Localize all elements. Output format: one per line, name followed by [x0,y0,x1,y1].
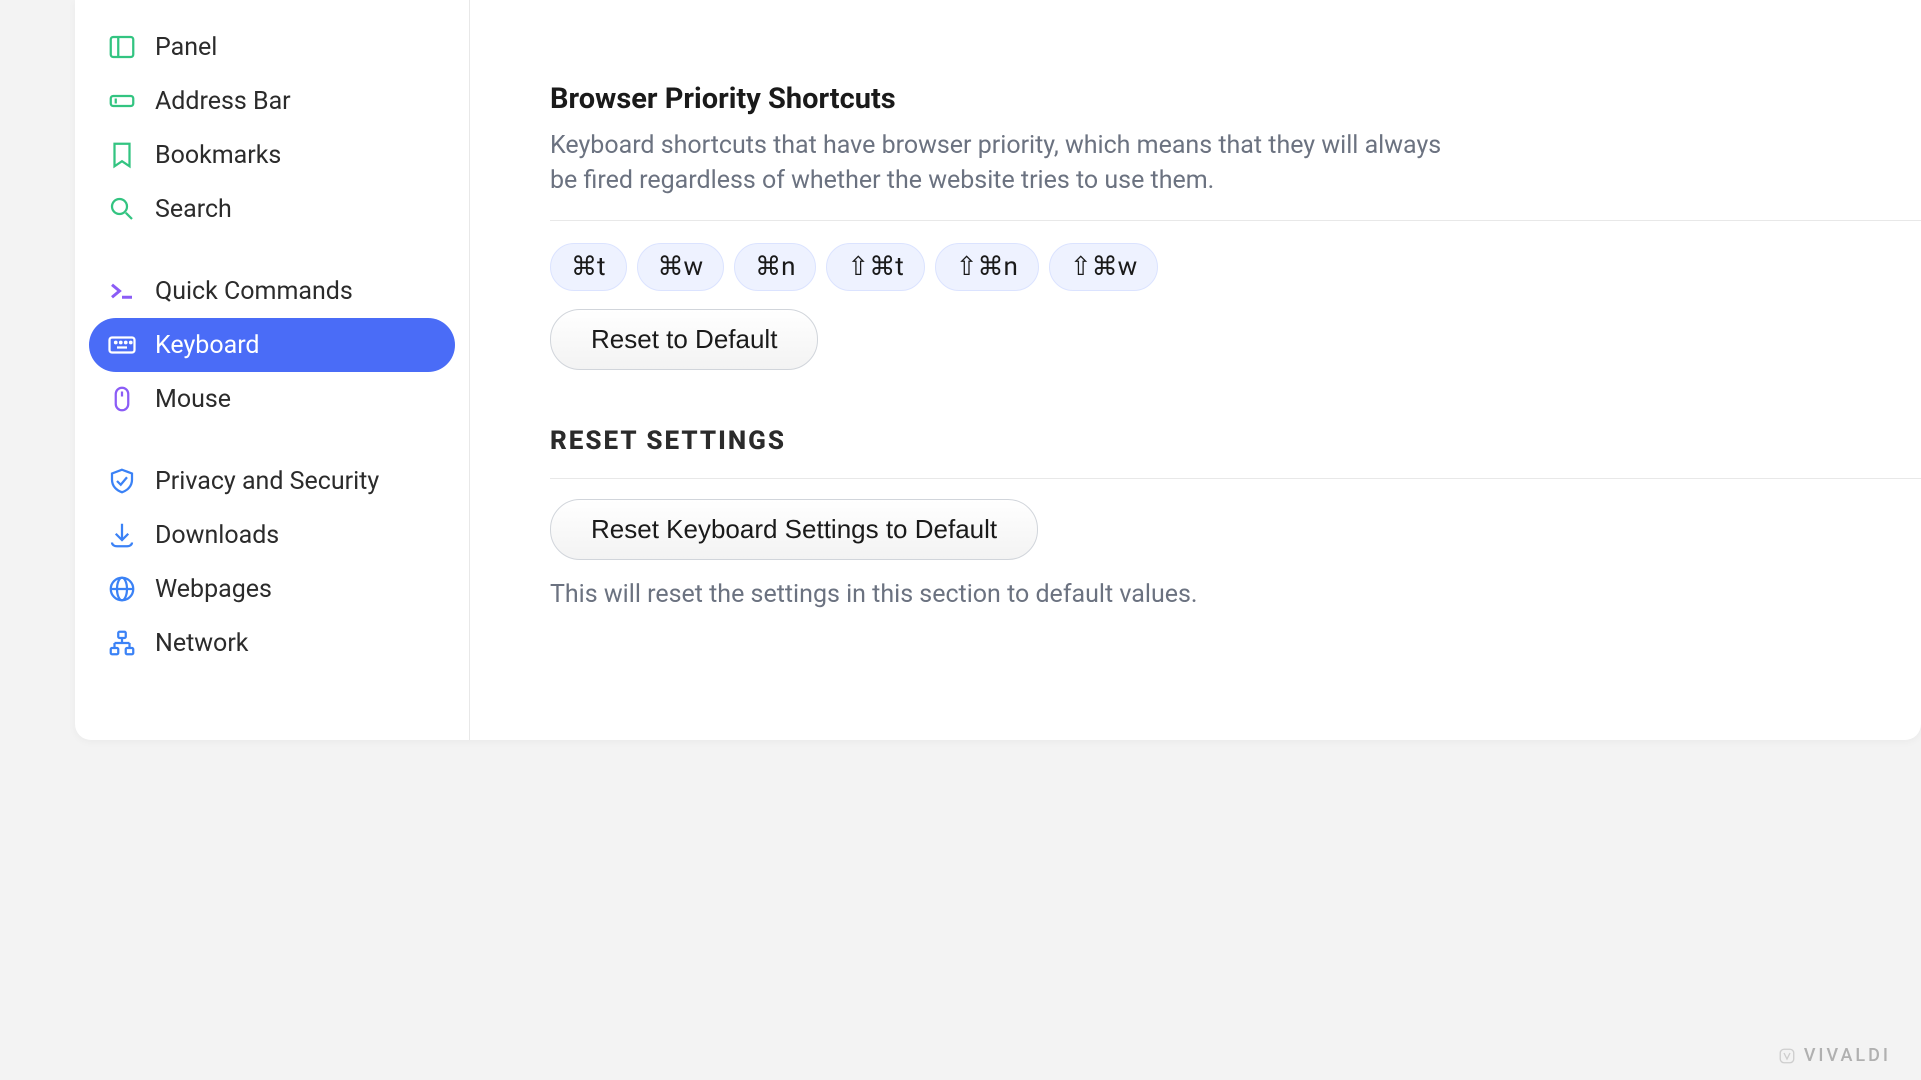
bookmark-icon [107,140,137,170]
keyboard-icon [107,330,137,360]
reset-priority-shortcuts-button[interactable]: Reset to Default [550,309,818,370]
shortcut-chip[interactable]: ⌘w [637,243,725,291]
brand-text: VIVALDI [1804,1045,1891,1066]
settings-panel: Panel Address Bar Bookmarks Search [75,0,1921,740]
network-icon [107,628,137,658]
quick-commands-icon [107,276,137,306]
sidebar-item-label: Quick Commands [155,277,353,306]
vivaldi-logo-icon [1778,1047,1796,1065]
sidebar-item-quick-commands[interactable]: Quick Commands [89,264,455,318]
sidebar-item-label: Address Bar [155,87,291,116]
download-icon [107,520,137,550]
mouse-icon [107,384,137,414]
shortcut-chip[interactable]: ⌘t [550,243,627,291]
sidebar-item-network[interactable]: Network [89,616,455,670]
search-icon [107,194,137,224]
vivaldi-branding: VIVALDI [1778,1045,1891,1066]
shortcut-chip[interactable]: ⌘n [734,243,816,291]
reset-settings-heading: RESET SETTINGS [550,426,1921,479]
sidebar-item-privacy[interactable]: Privacy and Security [89,454,455,508]
sidebar-item-label: Webpages [155,575,272,604]
priority-shortcuts-desc: Keyboard shortcuts that have browser pri… [550,128,1450,198]
panel-icon [107,32,137,62]
sidebar-item-address-bar[interactable]: Address Bar [89,74,455,128]
sidebar-item-bookmarks[interactable]: Bookmarks [89,128,455,182]
sidebar-item-keyboard[interactable]: Keyboard [89,318,455,372]
reset-keyboard-settings-button[interactable]: Reset Keyboard Settings to Default [550,499,1038,560]
shield-icon [107,466,137,496]
priority-shortcuts-title: Browser Priority Shortcuts [550,82,1921,116]
shortcut-chip[interactable]: ⇧⌘n [935,243,1039,291]
sidebar-item-mouse[interactable]: Mouse [89,372,455,426]
sidebar-item-search[interactable]: Search [89,182,455,236]
sidebar-item-panel[interactable]: Panel [89,20,455,74]
sidebar-item-label: Downloads [155,521,279,550]
sidebar-item-label: Keyboard [155,331,260,360]
shortcut-chip[interactable]: ⇧⌘w [1049,243,1158,291]
settings-content: Browser Priority Shortcuts Keyboard shor… [470,0,1921,740]
sidebar-item-label: Search [155,195,232,224]
reset-settings-desc: This will reset the settings in this sec… [550,580,1921,609]
shortcut-chip[interactable]: ⇧⌘t [826,243,924,291]
sidebar-item-label: Bookmarks [155,141,281,170]
priority-shortcuts-list: ⌘t ⌘w ⌘n ⇧⌘t ⇧⌘n ⇧⌘w [550,220,1921,291]
sidebar-item-label: Mouse [155,385,231,414]
globe-icon [107,574,137,604]
sidebar-item-label: Panel [155,33,217,62]
sidebar-item-downloads[interactable]: Downloads [89,508,455,562]
address-bar-icon [107,86,137,116]
settings-sidebar: Panel Address Bar Bookmarks Search [75,0,470,740]
sidebar-item-label: Privacy and Security [155,467,379,496]
sidebar-item-label: Network [155,629,248,658]
sidebar-item-webpages[interactable]: Webpages [89,562,455,616]
